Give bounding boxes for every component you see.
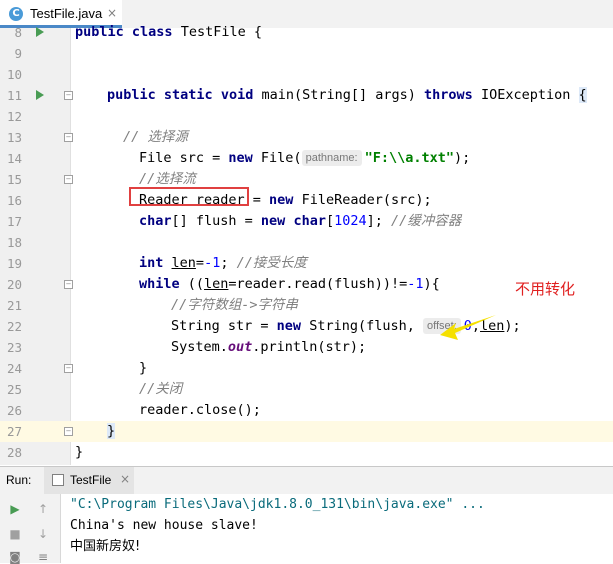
- line-number: 22: [6, 319, 22, 334]
- code-line: 24 − }: [0, 358, 613, 379]
- code-text: System.out.println(str);: [171, 339, 367, 355]
- code-line: 15 − //选择流: [0, 169, 613, 190]
- close-icon[interactable]: ×: [120, 472, 130, 486]
- camera-icon[interactable]: ◙: [8, 550, 22, 564]
- line-number: 23: [6, 340, 22, 355]
- line-number: 26: [6, 403, 22, 418]
- code-text: reader.close();: [139, 402, 261, 418]
- line-number: 8: [14, 25, 22, 40]
- code-text: //字符数组->字符串: [171, 297, 299, 313]
- code-line: 12: [0, 106, 613, 127]
- fold-icon[interactable]: −: [64, 91, 73, 100]
- run-config-icon: [52, 474, 64, 486]
- code-line: 22 String str = new String(flush, offset…: [0, 316, 613, 337]
- code-line: 16 Reader reader = new FileReader(src);: [0, 190, 613, 211]
- code-text: }: [139, 360, 148, 376]
- rerun-icon[interactable]: ▶: [8, 502, 22, 516]
- scroll-up-icon[interactable]: ↑: [36, 502, 50, 516]
- fold-icon[interactable]: −: [64, 364, 73, 373]
- run-tab-label: TestFile: [70, 473, 112, 487]
- code-text: }: [75, 444, 84, 460]
- run-gutter-icon[interactable]: [36, 27, 44, 37]
- code-text: while ((len=reader.read(flush))!=-1){: [139, 276, 440, 292]
- code-line-current: 27 − }: [0, 421, 613, 442]
- code-line: 14 File src = new File(pathname: "F:\\a.t…: [0, 148, 613, 169]
- line-number: 18: [6, 235, 22, 250]
- code-text: public class TestFile {: [75, 24, 262, 40]
- line-number: 15: [6, 172, 22, 187]
- code-text: // 选择源: [123, 129, 188, 145]
- fold-icon[interactable]: −: [64, 427, 73, 436]
- line-number: 13: [6, 130, 22, 145]
- annotation-arrow-icon: [440, 315, 496, 340]
- code-line: 9: [0, 43, 613, 64]
- close-icon[interactable]: ×: [107, 6, 117, 20]
- code-text: }: [107, 423, 116, 439]
- soft-wrap-icon[interactable]: ≡: [36, 550, 50, 564]
- run-toolbar: ▶ ↑ ■ ↓ ◙ ≡: [0, 494, 61, 564]
- code-line: 23 System.out.println(str);: [0, 337, 613, 358]
- fold-icon[interactable]: −: [64, 133, 73, 142]
- tab-label: TestFile.java: [30, 6, 103, 21]
- fold-icon[interactable]: −: [64, 175, 73, 184]
- code-line: 13 − // 选择源: [0, 127, 613, 148]
- code-editor[interactable]: 8 public class TestFile { 9 10 11 − publ…: [0, 24, 613, 465]
- scroll-down-icon[interactable]: ↓: [36, 527, 50, 541]
- line-number: 27: [6, 424, 22, 439]
- fold-icon[interactable]: −: [64, 280, 73, 289]
- parameter-hint: pathname:: [301, 150, 362, 166]
- code-line: 19 int len=-1; //接受长度: [0, 253, 613, 274]
- run-label: Run:: [6, 473, 32, 487]
- line-number: 17: [6, 214, 22, 229]
- code-line: 28 }: [0, 442, 613, 463]
- run-tab-testfile[interactable]: TestFile ×: [44, 467, 134, 494]
- line-number: 25: [6, 382, 22, 397]
- code-text: File src = new File(pathname: "F:\\a.txt"…: [139, 150, 471, 166]
- annotation-text: 不用转化: [515, 280, 576, 298]
- line-number: 28: [6, 445, 22, 460]
- console-line: 中国新房奴!: [70, 539, 141, 554]
- line-number: 14: [6, 151, 22, 166]
- line-number: 19: [6, 256, 22, 271]
- console-line: China's new house slave!: [70, 518, 258, 533]
- line-number: 20: [6, 277, 22, 292]
- run-gutter-icon[interactable]: [36, 90, 44, 100]
- code-text: int len=-1; //接受长度: [139, 255, 307, 271]
- line-number: 11: [6, 88, 22, 103]
- code-line: 10: [0, 64, 613, 85]
- line-number: 12: [6, 109, 22, 124]
- code-text: //关闭: [139, 381, 183, 397]
- code-line: 17 char[] flush = new char[1024]; //缓冲容器: [0, 211, 613, 232]
- line-number: 9: [14, 46, 22, 61]
- java-class-icon: C: [9, 7, 23, 21]
- line-number: 16: [6, 193, 22, 208]
- run-tool-window-header: Run: TestFile ×: [0, 466, 613, 495]
- console-output[interactable]: "C:\Program Files\Java\jdk1.8.0_131\bin\…: [61, 494, 613, 563]
- code-line: 26 reader.close();: [0, 400, 613, 421]
- line-number: 21: [6, 298, 22, 313]
- code-line: 8 public class TestFile {: [0, 22, 613, 43]
- code-line: 11 − public static void main(String[] ar…: [0, 85, 613, 106]
- highlight-box: [129, 187, 249, 206]
- code-line: 25 //关闭: [0, 379, 613, 400]
- code-text: char[] flush = new char[1024]; //缓冲容器: [139, 213, 462, 229]
- line-number: 10: [6, 67, 22, 82]
- code-line: 18: [0, 232, 613, 253]
- stop-icon[interactable]: ■: [8, 527, 22, 541]
- code-text: public static void main(String[] args) t…: [107, 87, 587, 103]
- console-line: "C:\Program Files\Java\jdk1.8.0_131\bin\…: [70, 497, 485, 512]
- line-number: 24: [6, 361, 22, 376]
